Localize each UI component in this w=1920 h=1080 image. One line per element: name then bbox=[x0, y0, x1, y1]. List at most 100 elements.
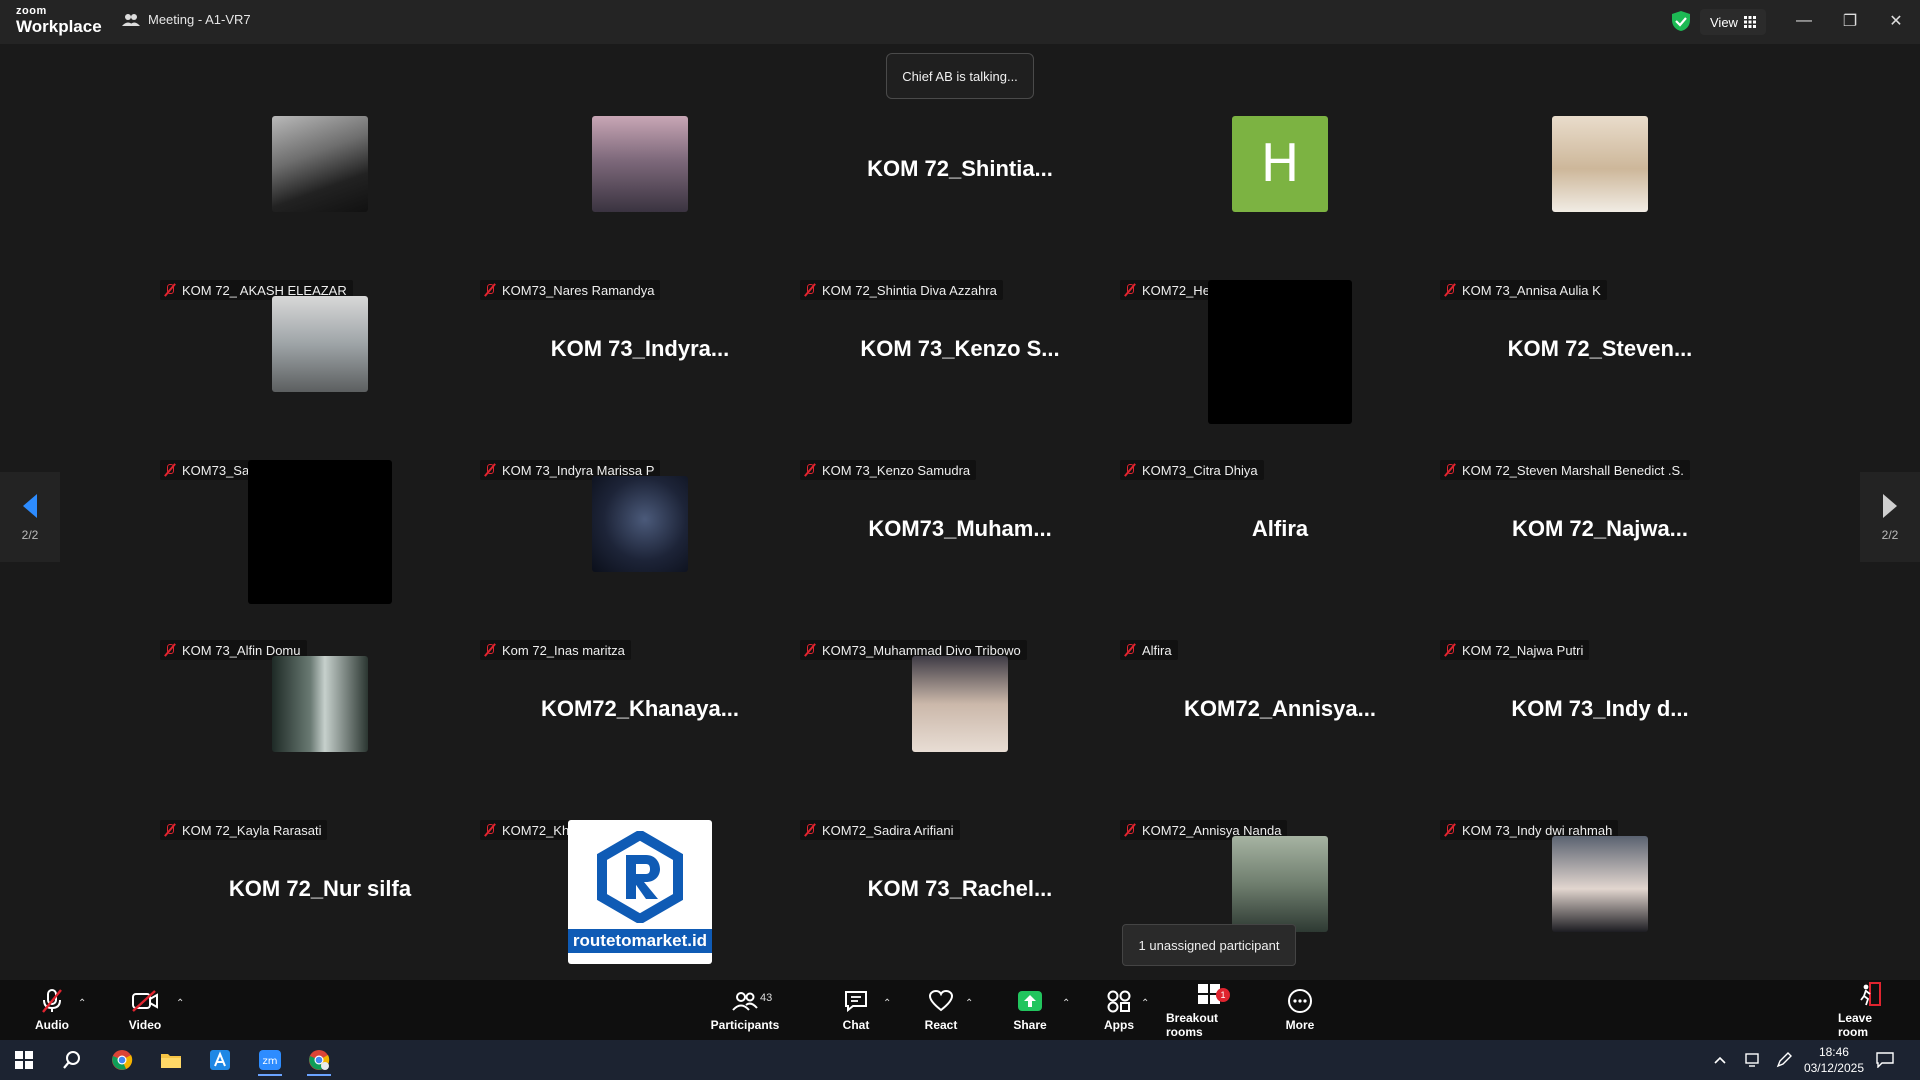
participant-tile[interactable]: KOM 72_Najwa... KOM 72_Najwa Putri bbox=[1440, 460, 1760, 660]
participant-tile[interactable]: KOM73_Nares Ramandya bbox=[480, 100, 800, 300]
participant-video-off-tile bbox=[1208, 280, 1352, 424]
file-explorer-icon[interactable] bbox=[151, 1044, 191, 1076]
minimize-window-icon[interactable]: — bbox=[1784, 6, 1824, 36]
share-screen-icon bbox=[1015, 988, 1045, 1014]
participant-photo bbox=[912, 656, 1008, 752]
participant-tile[interactable]: KOM72_Khanaya...KOM72_Khanaya Nur Azzahr… bbox=[480, 640, 800, 840]
participant-tile[interactable]: Kom 72_Inas maritza bbox=[480, 460, 800, 660]
show-hidden-icons-icon[interactable] bbox=[1708, 1044, 1732, 1076]
participant-tile[interactable]: KOM 73_Indyra... KOM 73_Indyra Marissa P bbox=[480, 280, 800, 480]
participant-tile[interactable]: KOM 73_Alfin Domu bbox=[160, 460, 480, 660]
close-window-icon[interactable]: ✕ bbox=[1876, 6, 1916, 36]
participant-name-card: KOM 72_Shintia... bbox=[867, 156, 1053, 181]
participant-tile[interactable]: KOM73_Sayyid Dzikri bbox=[160, 280, 480, 480]
meeting-info[interactable]: Meeting - A1-VR7 bbox=[122, 12, 251, 27]
participant-tile[interactable]: KOM 72_ AKASH ELEAZAR bbox=[160, 100, 480, 300]
view-button[interactable]: View bbox=[1700, 9, 1766, 35]
store-app-icon[interactable] bbox=[200, 1044, 240, 1076]
participant-tile[interactable]: KOM73_Muham... KOM73_Muhammad Divo Tribow… bbox=[800, 460, 1120, 660]
apps-options-caret-icon[interactable]: ⌃ bbox=[1141, 998, 1149, 1009]
leave-room-button[interactable]: Leave room bbox=[1838, 980, 1904, 1040]
zoom-taskbar-icon[interactable]: zm bbox=[250, 1044, 290, 1076]
search-icon[interactable] bbox=[52, 1044, 92, 1076]
participant-tile[interactable]: KOM 73_Indy d... KOM 73_Indy dwi rahmah bbox=[1440, 640, 1760, 840]
participant-tile[interactable]: H KOM72_Helga bbox=[1120, 100, 1440, 300]
participant-tile[interactable]: KOM 73_Kenzo S... KOM 73_Kenzo Samudra bbox=[800, 280, 1120, 480]
gallery-view: KOM 72_ AKASH ELEAZAR KOM73_Nares Ramandy… bbox=[0, 44, 1920, 1020]
participant-name-card: KOM 73_Indyra... bbox=[550, 336, 730, 361]
leave-room-icon bbox=[1856, 981, 1886, 1007]
encryption-shield-icon[interactable] bbox=[1670, 10, 1692, 32]
participants-icon bbox=[730, 988, 760, 1014]
participant-tile[interactable]: Alfira Alfira bbox=[1120, 460, 1440, 660]
participants-button[interactable]: Participants bbox=[710, 980, 780, 1040]
audio-button[interactable]: Audio bbox=[32, 980, 72, 1040]
audio-options-caret-icon[interactable]: ⌃ bbox=[78, 998, 86, 1009]
network-icon[interactable] bbox=[1740, 1044, 1768, 1076]
brand-top: zoom bbox=[16, 5, 47, 17]
participant-name-card: KOM72_Annisya... bbox=[1184, 696, 1376, 721]
chrome-icon[interactable] bbox=[102, 1044, 142, 1076]
next-page-button[interactable]: 2/2 bbox=[1860, 472, 1920, 562]
meeting-title: Meeting - A1-VR7 bbox=[148, 12, 251, 27]
react-options-caret-icon[interactable]: ⌃ bbox=[965, 998, 973, 1009]
participant-name-card: KOM 73_Kenzo S... bbox=[860, 336, 1060, 361]
chrome-profile-icon[interactable] bbox=[299, 1044, 339, 1076]
video-button[interactable]: Video bbox=[124, 980, 166, 1040]
previous-page-button[interactable]: 2/2 bbox=[0, 472, 60, 562]
zoom-workplace-logo: zoom Workplace bbox=[16, 5, 102, 36]
apps-button[interactable]: Apps bbox=[1100, 980, 1138, 1040]
participant-tile[interactable]: routetomarket.idroutetomarket.id bbox=[480, 820, 800, 1020]
video-off-icon bbox=[130, 988, 160, 1014]
meeting-people-icon bbox=[122, 13, 140, 26]
participant-name-card: KOM72_Khanaya... bbox=[540, 696, 740, 721]
participant-tile[interactable]: KOM72_Sadira Arifiani bbox=[800, 640, 1120, 840]
breakout-notification-badge: 1 bbox=[1216, 988, 1230, 1002]
participant-photo bbox=[272, 296, 368, 392]
participant-tile[interactable]: KOM72_Annisya... KOM72_Annisya Nanda bbox=[1120, 640, 1440, 840]
react-button[interactable]: React bbox=[920, 980, 962, 1040]
mic-off-icon bbox=[37, 988, 67, 1014]
participant-name-card: KOM 73_Indy d... bbox=[1511, 696, 1689, 721]
more-button[interactable]: More bbox=[1280, 980, 1320, 1040]
share-button[interactable]: Share bbox=[1010, 980, 1050, 1040]
breakout-label: Breakout rooms bbox=[1166, 1011, 1219, 1039]
restore-window-icon[interactable]: ❐ bbox=[1830, 6, 1870, 36]
participant-tile[interactable]: KOM 73_Annisa Aulia K bbox=[1440, 100, 1760, 300]
participant-tile[interactable]: KOM 72_Nur silfaKOM 72_Nur silfa bbox=[160, 820, 480, 1020]
react-label: React bbox=[924, 1018, 958, 1032]
share-label: Share bbox=[1013, 1018, 1047, 1032]
system-clock[interactable]: 18:46 03/12/2025 bbox=[1804, 1044, 1864, 1076]
participant-photo bbox=[1552, 836, 1648, 932]
chat-icon bbox=[841, 988, 871, 1014]
pen-icon[interactable] bbox=[1770, 1044, 1798, 1076]
participant-initial-avatar: H bbox=[1232, 116, 1328, 212]
routetomarket-logo-icon bbox=[597, 831, 683, 923]
chat-button[interactable]: Chat bbox=[836, 980, 876, 1040]
title-bar: zoom Workplace Meeting - A1-VR7 View — ❐… bbox=[0, 0, 1920, 44]
participant-tile[interactable]: utra bbox=[1120, 820, 1440, 1020]
participant-photo bbox=[592, 476, 688, 572]
participant-tile[interactable]: KOM 72_Shintia... KOM 72_Shintia Diva Azz… bbox=[800, 100, 1120, 300]
breakout-rooms-button[interactable]: Breakout rooms bbox=[1166, 980, 1252, 1040]
audio-label: Audio bbox=[35, 1018, 69, 1032]
active-speaker-tooltip: Chief AB is talking... bbox=[886, 53, 1034, 99]
apps-icon bbox=[1104, 988, 1134, 1014]
grid-view-icon bbox=[1743, 16, 1756, 28]
notifications-icon[interactable] bbox=[1868, 1044, 1902, 1076]
participant-tile[interactable]: KOM 72_Kayla Rarasati bbox=[160, 640, 480, 840]
brand-bottom: Workplace bbox=[16, 17, 102, 36]
windows-start-icon[interactable] bbox=[4, 1044, 44, 1076]
page-indicator-right: 2/2 bbox=[1881, 528, 1899, 542]
participant-tile[interactable]: KOM 73_Rachel...KOM 73_Rachel Yoelita bbox=[800, 820, 1120, 1020]
participant-photo bbox=[272, 656, 368, 752]
chevron-right-icon bbox=[1883, 494, 1897, 518]
participant-tile[interactable]: KOM73_Citra Dhiya bbox=[1120, 280, 1440, 480]
chat-options-caret-icon[interactable]: ⌃ bbox=[883, 998, 891, 1009]
participant-tile[interactable]: adzikra nadiya bbox=[1440, 820, 1760, 1020]
video-options-caret-icon[interactable]: ⌃ bbox=[176, 998, 184, 1009]
participant-name-card: KOM 72_Nur silfa bbox=[228, 876, 412, 901]
participant-tile[interactable]: KOM 72_Steven... KOM 72_Steven Marshall B… bbox=[1440, 280, 1760, 480]
share-options-caret-icon[interactable]: ⌃ bbox=[1062, 998, 1070, 1009]
logo-caption: routetomarket.id bbox=[568, 929, 712, 953]
